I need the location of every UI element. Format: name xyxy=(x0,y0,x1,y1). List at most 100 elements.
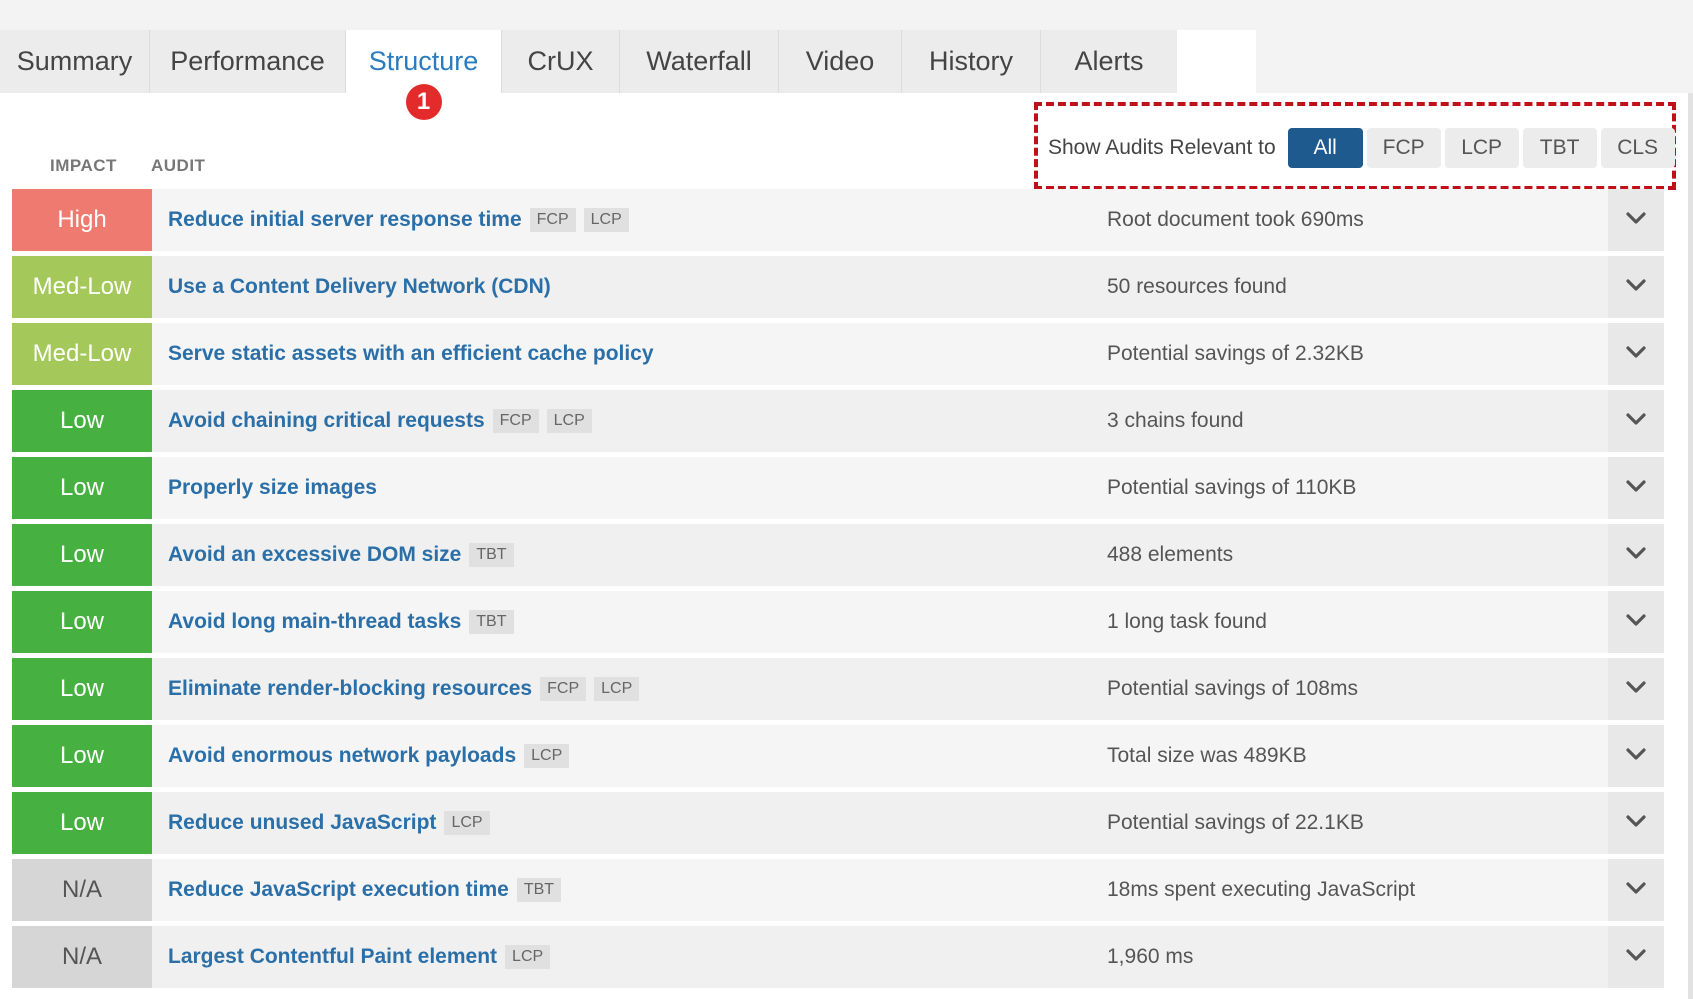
audit-cell: Reduce unused JavaScript LCP xyxy=(152,792,1107,854)
expand-button[interactable] xyxy=(1608,524,1664,586)
tab-crux[interactable]: CrUX xyxy=(502,30,620,93)
table-row: Low Eliminate render-blocking resources FC… xyxy=(12,658,1664,720)
chevron-down-icon xyxy=(1626,747,1646,766)
metric-tag: LCP xyxy=(505,945,551,969)
expand-button[interactable] xyxy=(1608,658,1664,720)
impact-badge: High xyxy=(12,189,152,251)
chevron-down-icon xyxy=(1626,546,1646,565)
filter-tbt-button[interactable]: TBT xyxy=(1522,128,1597,168)
audit-cell: Eliminate render-blocking resources FCP LC… xyxy=(152,658,1107,720)
tab-performance[interactable]: Performance xyxy=(150,30,346,93)
chevron-down-icon xyxy=(1626,680,1646,699)
table-row: Low Properly size images Potential savings… xyxy=(12,457,1664,519)
impact-badge: Low xyxy=(12,725,152,787)
chevron-down-icon xyxy=(1626,412,1646,431)
tab-structure[interactable]: Structure 1 xyxy=(346,30,502,120)
table-row: Low Avoid enormous network payloads LCP Tot… xyxy=(12,725,1664,787)
tab-label: Waterfall xyxy=(646,46,752,76)
audit-title-link[interactable]: Serve static assets with an efficient ca… xyxy=(168,342,654,366)
tab-bar: Summary Performance Structure 1 CrUX Wat… xyxy=(0,30,1177,120)
audit-title-link[interactable]: Reduce initial server response time xyxy=(168,208,522,232)
audit-result: Potential savings of 22.1KB xyxy=(1107,811,1364,834)
tab-alerts[interactable]: Alerts xyxy=(1041,30,1177,93)
impact-badge: Low xyxy=(12,591,152,653)
table-row: High Reduce initial server response time F… xyxy=(12,189,1664,251)
filter-all-button[interactable]: All xyxy=(1287,128,1363,168)
tab-summary[interactable]: Summary xyxy=(0,30,150,93)
expand-button[interactable] xyxy=(1608,725,1664,787)
chevron-down-icon xyxy=(1626,345,1646,364)
tab-label: Performance xyxy=(170,46,325,76)
expand-button[interactable] xyxy=(1608,926,1664,988)
impact-badge: Med-Low xyxy=(12,256,152,318)
expand-button[interactable] xyxy=(1608,256,1664,318)
audit-column-header: AUDIT xyxy=(151,156,206,175)
metric-tag: LCP xyxy=(444,811,490,835)
audit-cell: Reduce initial server response time FCP LC… xyxy=(152,189,1107,251)
impact-badge: Low xyxy=(12,792,152,854)
impact-badge: Low xyxy=(12,524,152,586)
tab-history[interactable]: History xyxy=(902,30,1041,93)
audit-cell: Serve static assets with an efficient ca… xyxy=(152,323,1107,385)
metric-tag: LCP xyxy=(524,744,570,768)
expand-button[interactable] xyxy=(1608,792,1664,854)
metric-tag: TBT xyxy=(469,543,514,567)
audit-cell: Avoid chaining critical requests FCP LCP xyxy=(152,390,1107,452)
metric-tag: FCP xyxy=(492,409,539,433)
audit-cell: Largest Contentful Paint element LCP xyxy=(152,926,1107,988)
tab-label: Summary xyxy=(16,46,133,76)
audit-cell: Avoid enormous network payloads LCP xyxy=(152,725,1107,787)
top-band xyxy=(0,0,1693,30)
expand-button[interactable] xyxy=(1608,457,1664,519)
filter-cls-button[interactable]: CLS xyxy=(1600,128,1675,168)
metric-tag: FCP xyxy=(540,677,587,701)
metric-tag: TBT xyxy=(469,610,514,634)
audit-title-link[interactable]: Reduce unused JavaScript xyxy=(168,811,436,835)
chevron-down-icon xyxy=(1626,613,1646,632)
table-row: Low Reduce unused JavaScript LCP Potential … xyxy=(12,792,1664,854)
impact-badge: N/A xyxy=(12,926,152,988)
scrollbar[interactable] xyxy=(1688,93,1693,999)
chevron-down-icon xyxy=(1626,881,1646,900)
metric-tag: LCP xyxy=(583,208,629,232)
audit-result: 18ms spent executing JavaScript xyxy=(1107,878,1416,901)
audit-title-link[interactable]: Eliminate render-blocking resources xyxy=(168,677,532,701)
audit-title-link[interactable]: Avoid chaining critical requests xyxy=(168,409,485,433)
tab-label: Video xyxy=(805,46,875,76)
audit-cell: Avoid an excessive DOM size TBT xyxy=(152,524,1107,586)
table-row: Med-Low Serve static assets with an effic… xyxy=(12,323,1664,385)
filter-fcp-button[interactable]: FCP xyxy=(1366,128,1441,168)
audit-result: Total size was 489KB xyxy=(1107,744,1307,767)
tab-label: CrUX xyxy=(527,46,594,76)
metric-tag: LCP xyxy=(594,677,640,701)
chevron-down-icon xyxy=(1626,948,1646,967)
audit-filter: Show Audits Relevant to All FCP LCP TBT … xyxy=(1048,128,1679,168)
audit-title-link[interactable]: Reduce JavaScript execution time xyxy=(168,878,509,902)
impact-badge: Low xyxy=(12,390,152,452)
audit-title-link[interactable]: Avoid long main-thread tasks xyxy=(168,610,461,634)
tab-label: Alerts xyxy=(1074,46,1144,76)
expand-button[interactable] xyxy=(1608,390,1664,452)
chevron-down-icon xyxy=(1626,278,1646,297)
audit-result: Potential savings of 110KB xyxy=(1107,476,1357,499)
tab-video[interactable]: Video xyxy=(779,30,902,93)
table-row: N/A Reduce JavaScript execution time TBT 18… xyxy=(12,859,1664,921)
impact-column-header: IMPACT xyxy=(50,156,117,175)
expand-button[interactable] xyxy=(1608,323,1664,385)
expand-button[interactable] xyxy=(1608,859,1664,921)
audit-title-link[interactable]: Use a Content Delivery Network (CDN) xyxy=(168,275,551,299)
chevron-down-icon xyxy=(1626,211,1646,230)
impact-badge: Low xyxy=(12,658,152,720)
tab-label: History xyxy=(928,46,1013,76)
audit-title-link[interactable]: Avoid an excessive DOM size xyxy=(168,543,461,567)
audit-title-link[interactable]: Largest Contentful Paint element xyxy=(168,945,497,969)
filter-lcp-button[interactable]: LCP xyxy=(1444,128,1519,168)
audit-cell: Use a Content Delivery Network (CDN) xyxy=(152,256,1107,318)
expand-button[interactable] xyxy=(1608,189,1664,251)
impact-badge: Low xyxy=(12,457,152,519)
tab-waterfall[interactable]: Waterfall xyxy=(620,30,779,93)
audit-title-link[interactable]: Avoid enormous network payloads xyxy=(168,744,516,768)
expand-button[interactable] xyxy=(1608,591,1664,653)
audit-title-link[interactable]: Properly size images xyxy=(168,476,377,500)
audit-list: High Reduce initial server response time F… xyxy=(12,189,1664,993)
